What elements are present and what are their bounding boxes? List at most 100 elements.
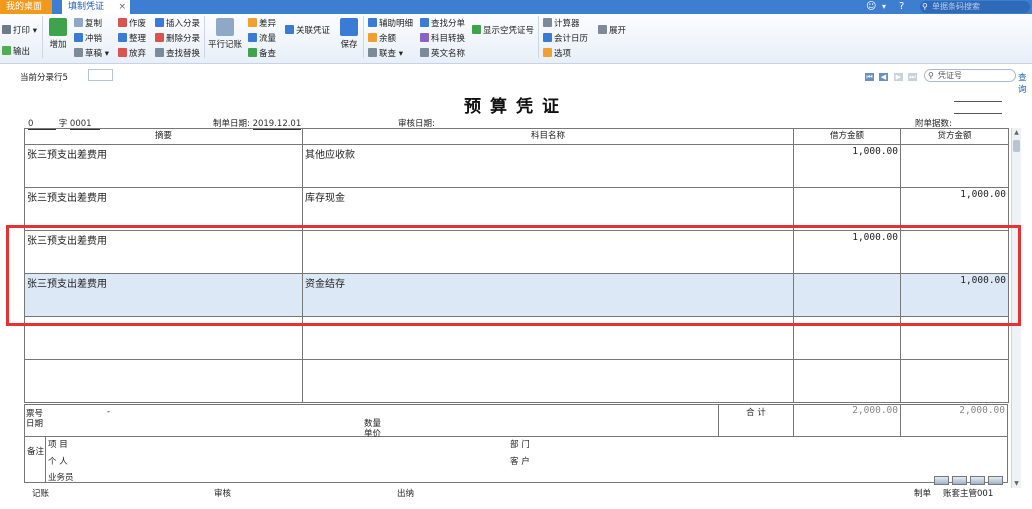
expand-button[interactable]: 展开 [598, 25, 626, 37]
current-row-indicator: 当前分录行5 [20, 73, 68, 83]
subject-cell[interactable] [302, 230, 794, 274]
reverse-button[interactable]: 冲销 [74, 33, 102, 45]
summary-cell[interactable]: 张三预支出差费用 [24, 273, 303, 317]
user-smile-icon[interactable]: ☺ [866, 0, 876, 14]
subject-cell[interactable] [302, 316, 794, 360]
table-row-selected[interactable]: 张三预支出差费用 资金结存 1,000.00 [24, 273, 1009, 317]
barcode-search-input[interactable]: ⚲ 单据条码搜索 [920, 1, 1030, 13]
debit-cell[interactable] [793, 316, 901, 360]
output-button[interactable]: 输出 [2, 46, 30, 58]
last-record-icon[interactable]: ⏭ [908, 73, 917, 81]
scroll-down-icon[interactable]: ▼ [1012, 479, 1021, 488]
subject-cell[interactable] [302, 359, 794, 403]
previous-record-icon[interactable]: ◀ [879, 73, 888, 81]
debit-cell[interactable] [793, 273, 901, 317]
maker-name: 账套主管001 [943, 489, 994, 499]
discard-button[interactable]: 放弃 [118, 48, 146, 60]
tidy-label: 整理 [129, 34, 147, 44]
find-entry-button[interactable]: 查找分单 [420, 18, 465, 30]
calculator-button[interactable]: 计算器 [543, 18, 580, 30]
english-name-button[interactable]: 英文名称 [420, 48, 465, 60]
summary-cell[interactable] [24, 359, 303, 403]
query-link[interactable]: 查询 [1018, 71, 1032, 95]
add-button[interactable]: 增加 [46, 18, 70, 50]
view-collapse-icon[interactable] [988, 476, 1003, 485]
column-debit: 借方金额 [793, 128, 901, 145]
scroll-up-icon[interactable]: ▲ [1012, 128, 1021, 137]
credit-cell[interactable]: 1,000.00 [900, 187, 1009, 231]
summary-cell[interactable]: 张三预支出差费用 [24, 144, 303, 188]
copy-label: 复制 [85, 19, 103, 29]
link-query-button[interactable]: 联查 ▾ [368, 48, 403, 60]
help-icon[interactable]: ? [899, 0, 904, 14]
divider [363, 16, 364, 58]
view-grid-icon[interactable] [970, 476, 985, 485]
row-input[interactable] [88, 69, 113, 81]
scroll-thumb[interactable] [1013, 140, 1020, 152]
subject-cell[interactable]: 库存现金 [302, 187, 794, 231]
flow-button[interactable]: 流量 [248, 33, 276, 45]
table-row[interactable]: 张三预支出差费用 其他应收款 1,000.00 [24, 144, 1009, 188]
tab-my-desktop[interactable]: 我的桌面 [0, 0, 52, 14]
subject-convert-button[interactable]: 科目转换 [420, 33, 465, 45]
copy-button[interactable]: 复制 [74, 18, 102, 30]
show-empty-number-button[interactable]: 显示空凭证号 [472, 25, 534, 37]
credit-cell[interactable] [900, 316, 1009, 360]
first-record-icon[interactable]: ⏮ [865, 73, 874, 81]
options-button[interactable]: 选项 [543, 48, 571, 60]
calendar-button[interactable]: 会计日历 [543, 33, 588, 45]
save-button[interactable]: 保存 [337, 18, 361, 50]
table-row[interactable]: 张三预支出差费用 1,000.00 [24, 230, 1009, 274]
difference-button[interactable]: 差异 [248, 18, 276, 30]
debit-cell[interactable]: 1,000.00 [793, 230, 901, 274]
aux-detail-button[interactable]: 辅助明细 [368, 18, 413, 30]
link-query-label: 联查 [379, 49, 397, 59]
tidy-icon [118, 33, 127, 42]
balance-button[interactable]: 余额 [368, 33, 396, 45]
delete-entry-button[interactable]: 删除分录 [155, 33, 200, 45]
close-icon[interactable]: × [118, 0, 126, 14]
chevron-down-icon[interactable]: ▾ [882, 0, 886, 14]
view-list-icon[interactable] [952, 476, 967, 485]
expand-label: 展开 [609, 26, 627, 36]
summary-cell[interactable]: 张三预支出差费用 [24, 230, 303, 274]
parallel-accounting-button[interactable]: 平行记账 [207, 18, 243, 50]
person-label: 个 人 [48, 457, 68, 467]
draft-button[interactable]: 草稿 ▾ [74, 48, 109, 60]
print-button[interactable]: 打印 ▾ [2, 25, 37, 37]
draft-label: 草稿 [85, 49, 103, 59]
discard-label: 放弃 [129, 49, 147, 59]
title-underline [954, 101, 1002, 102]
voucher-number-search[interactable]: ⚲ 凭证号 [924, 69, 1016, 82]
table-row[interactable] [24, 359, 1009, 403]
summary-cell[interactable]: 张三预支出差费用 [24, 187, 303, 231]
credit-cell[interactable] [900, 359, 1009, 403]
link-voucher-button[interactable]: 关联凭证 [285, 25, 330, 37]
expand-icon [598, 25, 607, 34]
debit-cell[interactable]: 1,000.00 [793, 144, 901, 188]
subject-convert-icon [420, 33, 429, 42]
credit-cell[interactable] [900, 230, 1009, 274]
remarks-box: 备注 项 目 个 人 业务员 部 门 客 户 [24, 437, 1008, 483]
print-label: 打印 [13, 26, 31, 36]
subject-cell[interactable]: 其他应收款 [302, 144, 794, 188]
backup-button[interactable]: 备查 [248, 48, 276, 60]
vertical-scrollbar[interactable]: ▲ ▼ [1011, 128, 1021, 488]
subject-cell[interactable]: 资金结存 [302, 273, 794, 317]
debit-cell[interactable] [793, 187, 901, 231]
next-record-icon[interactable]: ▶ [894, 73, 903, 81]
tab-fill-voucher[interactable]: 填制凭证 × [62, 0, 130, 14]
calendar-label: 会计日历 [554, 34, 589, 44]
view-card-icon[interactable] [934, 476, 949, 485]
table-row[interactable] [24, 316, 1009, 360]
find-replace-button[interactable]: 查找替换 [155, 48, 200, 60]
credit-cell[interactable]: 1,000.00 [900, 273, 1009, 317]
insert-entry-button[interactable]: 插入分录 [155, 18, 200, 30]
void-button[interactable]: 作废 [118, 18, 146, 30]
credit-cell[interactable] [900, 144, 1009, 188]
table-row[interactable]: 张三预支出差费用 库存现金 1,000.00 [24, 187, 1009, 231]
auditor-label: 审核 [214, 489, 232, 499]
summary-cell[interactable] [24, 316, 303, 360]
tidy-button[interactable]: 整理 [118, 33, 146, 45]
debit-cell[interactable] [793, 359, 901, 403]
